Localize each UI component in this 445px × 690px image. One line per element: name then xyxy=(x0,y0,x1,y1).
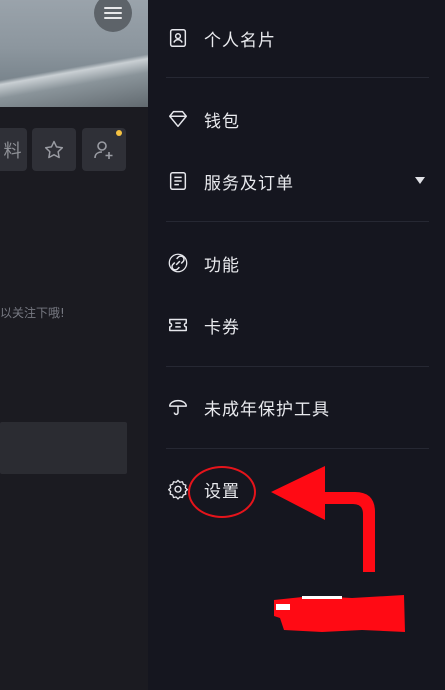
list-doc-icon xyxy=(166,169,190,193)
umbrella-icon xyxy=(166,395,190,419)
content-placeholder-bar xyxy=(0,422,127,474)
star-icon xyxy=(44,140,64,158)
drawer-item-features[interactable]: 功能 xyxy=(166,243,240,283)
drawer-item-services-orders[interactable]: 服务及订单 xyxy=(166,161,294,201)
drawer-item-label: 卡券 xyxy=(204,317,240,338)
diamond-icon xyxy=(166,107,190,131)
divider xyxy=(166,221,429,222)
notification-dot xyxy=(116,130,122,136)
profile-page-dimmed: 料 可以关注下哦! xyxy=(0,0,148,690)
gear-icon xyxy=(166,477,190,501)
annotation-circle xyxy=(188,466,256,518)
cover-mountain xyxy=(0,47,148,107)
favorites-button[interactable] xyxy=(32,128,76,171)
drawer-item-label: 功能 xyxy=(204,255,240,276)
add-friend-button[interactable] xyxy=(82,128,126,171)
ticket-icon xyxy=(166,313,190,337)
chevron-down-icon[interactable] xyxy=(415,177,425,184)
edit-profile-button[interactable]: 料 xyxy=(0,128,27,171)
drawer-item-minor-protection[interactable]: 未成年保护工具 xyxy=(166,387,330,427)
drawer-item-label: 未成年保护工具 xyxy=(204,399,330,420)
drawer-item-coupons[interactable]: 卡券 xyxy=(166,305,240,345)
redaction-scribble xyxy=(274,595,405,632)
drawer-item-label: 钱包 xyxy=(204,111,240,132)
profile-body xyxy=(0,107,148,690)
edit-profile-label: 料 xyxy=(3,140,22,162)
drawer-item-wallet[interactable]: 钱包 xyxy=(166,99,240,139)
add-user-icon xyxy=(94,140,113,159)
drawer-item-business-card[interactable]: 个人名片 xyxy=(166,18,276,58)
drawer-item-label: 个人名片 xyxy=(204,30,276,51)
id-card-icon xyxy=(166,26,190,50)
side-drawer: 个人名片 钱包 服务及订单 功能 卡券 未成年保护工具 设置 xyxy=(148,0,445,690)
divider xyxy=(166,448,429,449)
link-icon xyxy=(166,251,190,275)
drawer-item-label: 服务及订单 xyxy=(204,173,294,194)
annotation-arrow-icon xyxy=(271,466,375,572)
divider xyxy=(166,366,429,367)
hamburger-icon xyxy=(104,7,122,19)
follow-hint-text: 可以关注下哦! xyxy=(0,306,65,320)
divider xyxy=(166,77,429,78)
